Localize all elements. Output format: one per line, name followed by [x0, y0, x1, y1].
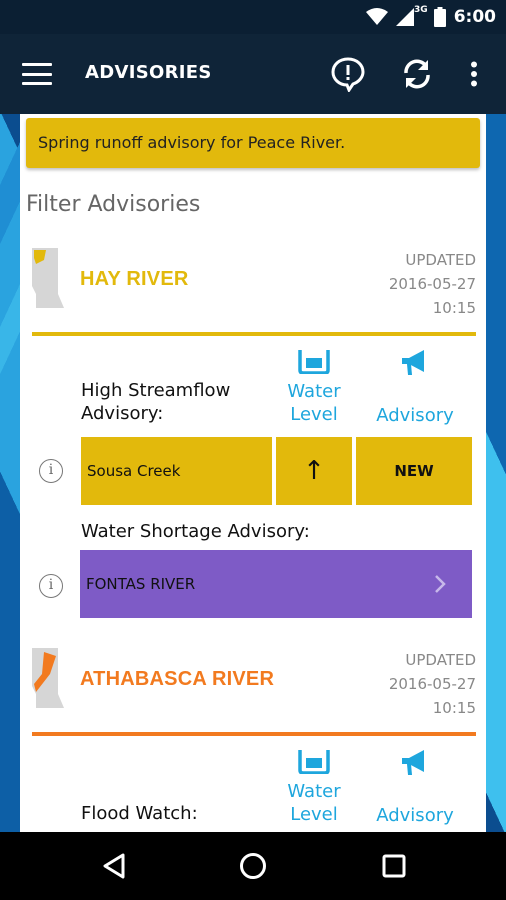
app-bar: ADVISORIES [0, 34, 506, 114]
chevron-right-icon [435, 575, 446, 593]
megaphone-icon [402, 350, 424, 375]
station-cell[interactable]: Sousa Creek [81, 437, 272, 505]
updated-timestamp: UPDATED 2016-05-27 10:15 [389, 248, 476, 320]
clock: 6:00 [453, 7, 496, 27]
advisory-banner[interactable]: Spring runoff advisory for Peace River. [26, 118, 480, 168]
hay-river-basin-map-icon [32, 248, 64, 308]
updated-date: 2016-05-27 [388, 275, 476, 293]
home-button[interactable] [237, 850, 269, 882]
megaphone-icon [402, 750, 424, 775]
battery-icon [433, 7, 446, 27]
filter-advisories-link[interactable]: Filter Advisories [26, 192, 200, 217]
menu-icon-line [22, 72, 52, 76]
updated-time: 10:15 [432, 699, 476, 717]
advisories-list[interactable]: Spring runoff advisory for Peace River. … [20, 114, 486, 832]
advisory-type-label: Flood Watch: [81, 803, 198, 824]
menu-button[interactable] [22, 60, 52, 88]
banner-text: Spring runoff advisory for Peace River. [38, 133, 346, 152]
trend-cell[interactable]: ↑ [276, 437, 352, 505]
refresh-button[interactable] [395, 52, 439, 96]
feedback-button[interactable] [326, 52, 370, 96]
station-name: Sousa Creek [87, 462, 181, 480]
advisory-type-label: Water Shortage Advisory: [81, 521, 310, 542]
station-name: FONTAS RIVER [86, 575, 196, 593]
updated-timestamp: UPDATED 2016-05-27 10:15 [389, 648, 476, 720]
home-icon [240, 853, 266, 879]
river-divider [32, 732, 476, 736]
info-icon[interactable]: i [39, 574, 63, 598]
advisory-column-header: Advisory [376, 805, 454, 826]
water-level-icon [298, 750, 330, 774]
updated-label: UPDATED [405, 251, 476, 269]
menu-icon-line [22, 82, 52, 85]
back-icon [103, 853, 125, 879]
advisory-type-label: High Streamflow Advisory: [81, 380, 231, 424]
status-cell[interactable]: NEW [356, 437, 472, 505]
athabasca-river-basin-map-icon [32, 648, 64, 708]
updated-label: UPDATED [405, 651, 476, 669]
page-title: ADVISORIES [85, 62, 212, 83]
feedback-icon [331, 57, 365, 92]
water-level-column-header: Water Level [287, 781, 341, 825]
recents-icon [382, 854, 406, 878]
river-divider [32, 332, 476, 336]
more-vert-icon [471, 61, 477, 87]
menu-icon-line [22, 63, 52, 66]
water-level-column-header: Water Level [287, 381, 341, 425]
signal-icon [396, 8, 415, 26]
navigation-bar [0, 832, 506, 900]
updated-date: 2016-05-27 [388, 675, 476, 693]
station-row[interactable]: FONTAS RIVER [80, 550, 472, 618]
wifi-icon [366, 8, 389, 25]
river-name[interactable]: HAY RIVER [80, 268, 189, 291]
network-type-label: 3G [414, 5, 428, 15]
info-icon[interactable]: i [39, 459, 63, 483]
status-badge: NEW [394, 462, 434, 480]
back-button[interactable] [98, 850, 130, 882]
advisory-column-header: Advisory [376, 405, 454, 426]
refresh-icon [404, 59, 430, 89]
overflow-menu-button[interactable] [452, 52, 496, 96]
arrow-up-icon: ↑ [303, 456, 325, 486]
river-name[interactable]: ATHABASCA RIVER [80, 668, 274, 691]
water-level-icon [298, 350, 330, 374]
updated-time: 10:15 [432, 299, 476, 317]
status-bar: 3G 6:00 [0, 0, 506, 34]
recents-button[interactable] [378, 850, 410, 882]
